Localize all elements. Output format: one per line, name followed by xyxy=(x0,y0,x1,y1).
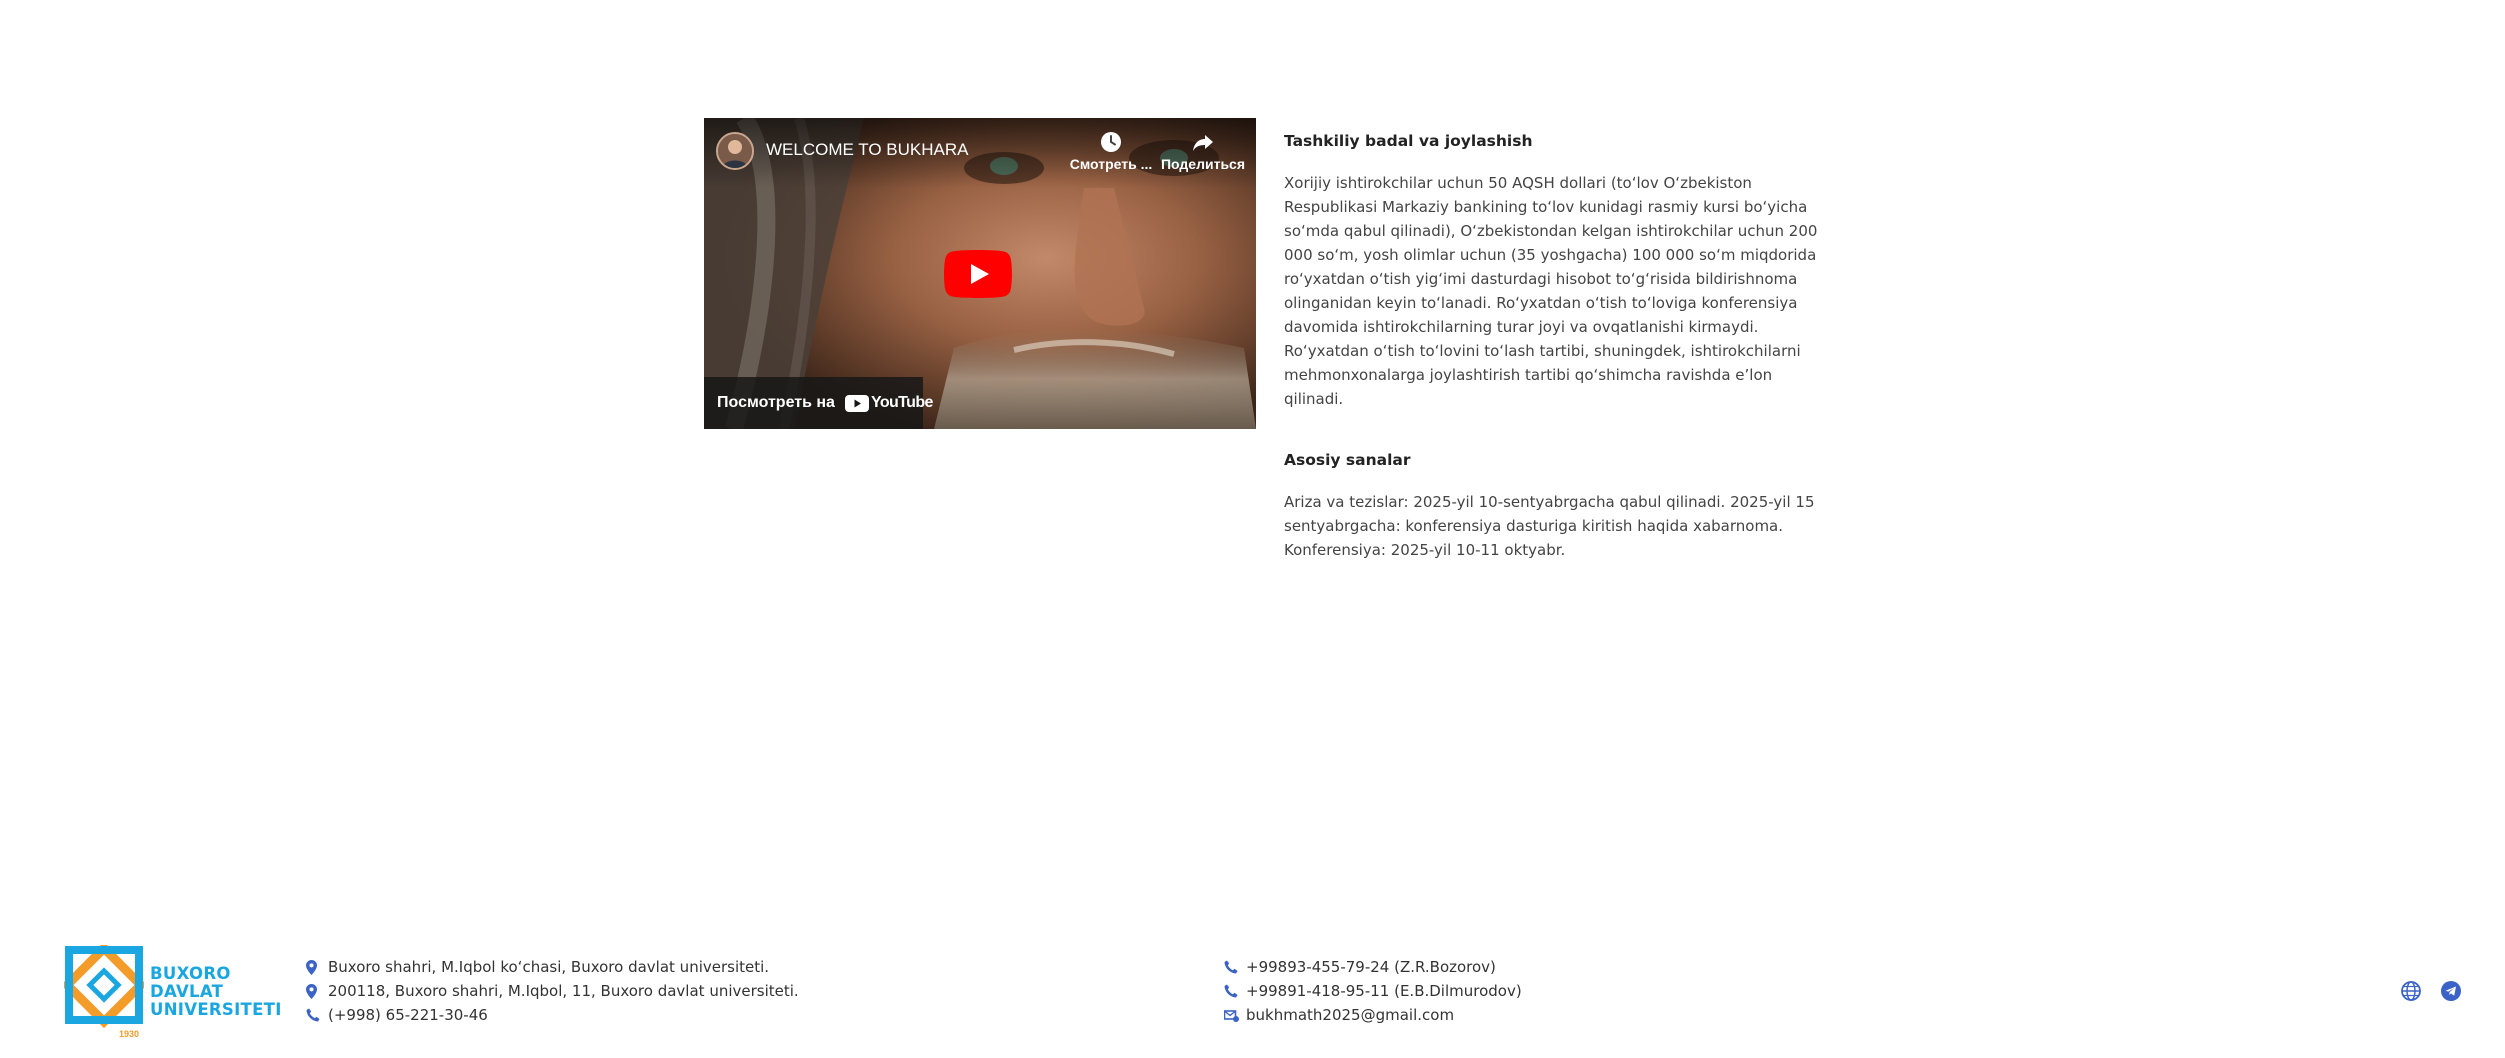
clock-icon xyxy=(1101,132,1121,152)
phone-icon xyxy=(1224,984,1238,998)
watch-on-youtube-link[interactable]: Посмотреть на YouTube xyxy=(704,377,933,429)
phone-item[interactable]: +99891-418-95-11 (E.B.Dilmurodov) xyxy=(1224,979,1522,1003)
phone-item[interactable]: +99893-455-79-24 (Z.R.Bozorov) xyxy=(1224,955,1522,979)
share-icon xyxy=(1193,135,1213,151)
youtube-brand-text: YouTube xyxy=(870,394,933,411)
fee-text: Xorijiy ishtirokchilar uchun 50 AQSH dol… xyxy=(1284,174,1818,408)
mail-icon xyxy=(1224,1009,1239,1022)
video-player[interactable]: WELCOME TO BUKHARA Смотреть ... Поделить… xyxy=(704,118,1256,429)
address-list: Buxoro shahri, M.Iqbol koʻchasi, Buxoro … xyxy=(306,955,799,1027)
share-button[interactable]: Поделиться xyxy=(1158,130,1248,172)
address-item: Buxoro shahri, M.Iqbol koʻchasi, Buxoro … xyxy=(306,955,799,979)
phone-item[interactable]: (+998) 65-221-30-46 xyxy=(306,1003,799,1027)
logo-line-2: DAVLAT xyxy=(150,982,224,1001)
logo-line-3: UNIVERSITETI xyxy=(150,1000,282,1019)
telegram-icon xyxy=(2441,981,2461,1001)
map-pin-icon xyxy=(306,983,317,999)
watch-later-button[interactable]: Смотреть ... xyxy=(1066,130,1156,172)
university-logo[interactable]: BUXORO DAVLAT UNIVERSITETI 1930 xyxy=(60,941,284,1039)
phone-icon xyxy=(1224,960,1238,974)
phone-text[interactable]: +99891-418-95-11 (E.B.Dilmurodov) xyxy=(1246,982,1522,1000)
map-pin-icon xyxy=(306,959,317,975)
email-text[interactable]: bukhmath2025@gmail.com xyxy=(1246,1006,1454,1024)
logo-line-1: BUXORO xyxy=(150,964,231,983)
telegram-link[interactable] xyxy=(2440,980,2462,1002)
phone-text[interactable]: (+998) 65-221-30-46 xyxy=(328,1006,488,1024)
channel-avatar[interactable] xyxy=(716,132,754,170)
email-item[interactable]: bukhmath2025@gmail.com xyxy=(1224,1003,1522,1027)
fee-heading: Tashkiliy badal va joylashish xyxy=(1284,132,1533,150)
youtube-logo: YouTube xyxy=(844,394,933,412)
address-text: Buxoro shahri, M.Iqbol koʻchasi, Buxoro … xyxy=(328,958,770,976)
logo-year: 1930 xyxy=(119,1029,140,1039)
watch-later-label: Смотреть ... xyxy=(1069,156,1153,172)
address-item: 200118, Buxoro shahri, M.Iqbol, 11, Buxo… xyxy=(306,979,799,1003)
watch-on-label: Посмотреть на xyxy=(717,394,835,411)
university-name: BUXORO DAVLAT UNIVERSITETI xyxy=(150,965,282,1019)
page: WELCOME TO BUKHARA Смотреть ... Поделить… xyxy=(0,0,2505,1058)
contact-list: +99893-455-79-24 (Z.R.Bozorov) +99891-41… xyxy=(1224,955,1522,1027)
phone-text[interactable]: +99893-455-79-24 (Z.R.Bozorov) xyxy=(1246,958,1496,976)
address-text: 200118, Buxoro shahri, M.Iqbol, 11, Buxo… xyxy=(328,982,799,1000)
share-label: Поделиться xyxy=(1160,156,1246,172)
website-link[interactable] xyxy=(2400,980,2422,1002)
youtube-logo-icon xyxy=(844,394,869,412)
video-title[interactable]: WELCOME TO BUKHARA xyxy=(766,140,968,160)
avatar-person-icon xyxy=(718,134,752,168)
phone-icon xyxy=(306,1008,320,1022)
play-button[interactable] xyxy=(944,250,1012,298)
conference-info: Tashkiliy badal va joylashish Xorijiy is… xyxy=(1284,130,1824,600)
footer: BUXORO DAVLAT UNIVERSITETI 1930 Buxoro s… xyxy=(0,940,2505,1040)
university-emblem-icon xyxy=(60,941,148,1029)
globe-icon xyxy=(2401,981,2421,1001)
dates-text: Ariza va tezislar: 2025-yil 10-sentyabrg… xyxy=(1284,493,1815,559)
dates-heading: Asosiy sanalar xyxy=(1284,451,1411,469)
